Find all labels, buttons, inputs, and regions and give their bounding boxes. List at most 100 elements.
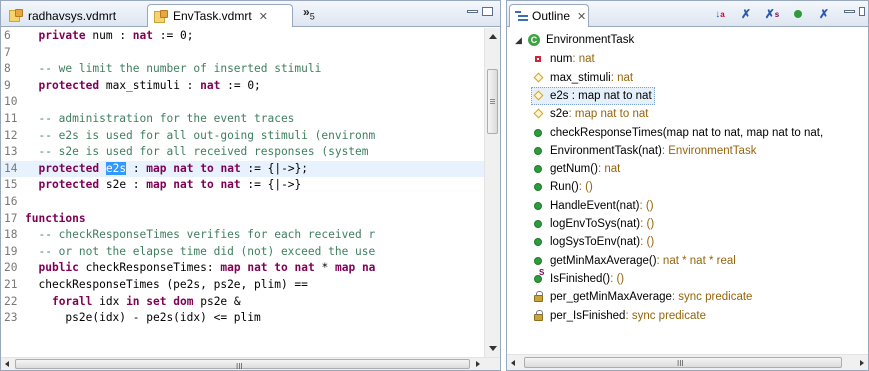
outline-item[interactable]: HandleEvent(nat) : () <box>532 197 654 215</box>
outline-tree[interactable]: ◢ C EnvironmentTask num : nat max_stimuli… <box>507 29 868 349</box>
code-line[interactable]: 15 protected s2e : map nat to nat := {|-… <box>1 177 485 194</box>
line-number: 8 <box>4 62 11 76</box>
line-number: 22 <box>4 294 18 308</box>
code-line[interactable]: 10 <box>1 94 485 111</box>
code-text: ps2e & <box>193 294 241 308</box>
line-number: 16 <box>4 195 18 208</box>
hide-fields-icon[interactable]: ✗ <box>738 6 754 22</box>
outline-item[interactable]: logEnvToSys(nat) : () <box>532 215 654 233</box>
code-line[interactable]: 20 public checkResponseTimes: map nat to… <box>1 260 485 277</box>
outline-item[interactable]: s2e : map nat to nat <box>532 105 648 123</box>
minimize-icon[interactable] <box>467 10 478 13</box>
code-line[interactable]: 19 -- or not the elapse time did (not) e… <box>1 244 485 261</box>
sort-icon[interactable]: ↓ a <box>712 6 728 22</box>
scroll-thumb[interactable] <box>487 69 498 134</box>
editor-window-controls <box>467 7 493 16</box>
code-line[interactable]: 17 functions <box>1 211 485 228</box>
code-comment: -- administration for the event traces <box>25 112 295 125</box>
item-label: logSysToEnv(nat) <box>550 236 641 249</box>
line-number: 14 <box>4 161 18 175</box>
item-label: getMinMaxAverage() <box>550 254 657 267</box>
code-line[interactable]: 13 -- s2e is used for all received respo… <box>1 144 485 161</box>
vertical-scrollbar[interactable] <box>484 28 500 359</box>
code-line[interactable]: 18 -- checkResponseTimes verifies for ea… <box>1 227 485 244</box>
tree-root[interactable]: ◢ C EnvironmentTask <box>515 31 634 49</box>
code-line[interactable]: 12 -- e2s is used for all out-going stim… <box>1 128 485 145</box>
code-text: : <box>126 161 147 175</box>
code-line[interactable]: 6 private num : nat := 0; <box>1 28 485 45</box>
vdm-file-icon <box>154 9 169 23</box>
code-line[interactable]: 11 -- administration for the event trace… <box>1 111 485 128</box>
item-type: : sync predicate <box>625 309 706 322</box>
tab-radhavsys[interactable]: radhavsys.vdmrt <box>3 4 122 27</box>
code-line[interactable]: 7 <box>1 45 485 62</box>
outline-item[interactable]: EnvironmentTask(nat) : EnvironmentTask <box>532 142 756 160</box>
outline-item[interactable]: logSysToEnv(nat) : () <box>532 233 654 251</box>
outline-item[interactable]: max_stimuli : nat <box>532 69 633 87</box>
code-line[interactable]: 21 checkResponseTimes (pe2s, ps2e, plim)… <box>1 277 485 294</box>
line-number: 17 <box>4 211 18 225</box>
tab-overflow-button[interactable]: »5 <box>303 5 315 21</box>
code-keyword: nat <box>220 161 241 175</box>
outline-item[interactable]: Run() : () <box>532 178 593 196</box>
hide-local-types-icon[interactable]: ✗ <box>816 6 832 22</box>
close-view-icon[interactable]: ✕ <box>577 10 586 23</box>
tab-outline[interactable]: Outline ✕ <box>509 4 589 27</box>
code-keyword: public <box>38 261 79 275</box>
line-number: 12 <box>4 128 18 142</box>
code-keyword: nat <box>173 161 194 175</box>
line-number: 19 <box>4 244 18 258</box>
code-keyword: to <box>200 178 214 192</box>
code-comment: -- or not the elapse time did (not) exce… <box>25 244 376 258</box>
scroll-right-arrow-icon[interactable] <box>476 361 480 367</box>
tab-envtask[interactable]: EnvTask.vdmrt ✕ <box>147 4 293 27</box>
code-area[interactable]: 6 private num : nat := 0; 7 8 -- we limit … <box>1 28 485 359</box>
hide-nonpublic-icon[interactable] <box>790 6 806 22</box>
item-label: checkResponseTimes(map nat to nat, map n… <box>550 126 824 139</box>
outline-item[interactable]: e2s : map nat to nat <box>531 86 655 105</box>
close-tab-icon[interactable]: ✕ <box>259 10 268 23</box>
code-keyword: nat <box>294 261 315 275</box>
outline-item[interactable]: getNum() : nat <box>532 160 620 178</box>
outline-item[interactable]: getMinMaxAverage() : nat * nat * real <box>532 252 736 270</box>
code-keyword: nat <box>200 78 221 92</box>
maximize-icon[interactable] <box>482 7 493 16</box>
code-line[interactable]: 9 protected max_stimuli : nat := 0; <box>1 78 485 95</box>
code-line[interactable]: 16 <box>1 194 485 211</box>
editor-tab-bar: radhavsys.vdmrt EnvTask.vdmrt ✕ »5 <box>1 1 500 27</box>
outline-item[interactable]: per_getMinMaxAverage : sync predicate <box>532 288 752 306</box>
scroll-thumb[interactable]: III <box>15 359 470 371</box>
class-icon: C <box>528 34 540 46</box>
code-keyword: protected <box>38 161 100 175</box>
code-line[interactable]: 23 ps2e(idx) - pe2s(idx) <= plim <box>1 310 485 327</box>
outline-horizontal-scrollbar[interactable]: III <box>507 354 868 370</box>
item-label: logEnvToSys(nat) <box>550 218 641 230</box>
hide-static-icon[interactable]: ✗ s <box>764 6 780 22</box>
code-line[interactable]: 14 protected e2s : map nat to nat := {|-… <box>1 160 485 178</box>
code-line[interactable]: 8 -- we limit the number of inserted sti… <box>1 61 485 78</box>
horizontal-scrollbar[interactable]: III <box>1 357 500 371</box>
scroll-up-arrow-icon[interactable] <box>489 34 497 39</box>
scroll-thumb[interactable]: III <box>524 357 842 368</box>
outline-item[interactable]: num : nat <box>532 50 595 68</box>
hidden-tab-count: 5 <box>309 11 315 22</box>
scroll-left-arrow-icon[interactable] <box>5 361 9 367</box>
outline-item[interactable]: S IsFinished() : () <box>532 268 624 288</box>
static-method-icon: S <box>532 268 544 285</box>
scroll-left-arrow-icon[interactable] <box>511 360 515 366</box>
code-line[interactable]: 22 forall idx in set dom ps2e & <box>1 294 485 311</box>
tab-label: EnvTask.vdmrt <box>173 9 252 23</box>
public-method-icon <box>532 181 544 193</box>
scroll-right-arrow-icon[interactable] <box>860 360 864 366</box>
code-keyword: na <box>361 261 376 275</box>
scroll-down-arrow-icon[interactable] <box>489 346 497 351</box>
expand-arrow-icon[interactable]: ◢ <box>515 35 525 46</box>
outline-item[interactable]: per_IsFinished : sync predicate <box>532 307 706 325</box>
maximize-icon[interactable] <box>859 7 865 16</box>
minimize-icon[interactable] <box>844 10 855 13</box>
outline-item[interactable]: checkResponseTimes(map nat to nat, map n… <box>532 124 823 142</box>
code-text: s2e : <box>99 178 147 192</box>
